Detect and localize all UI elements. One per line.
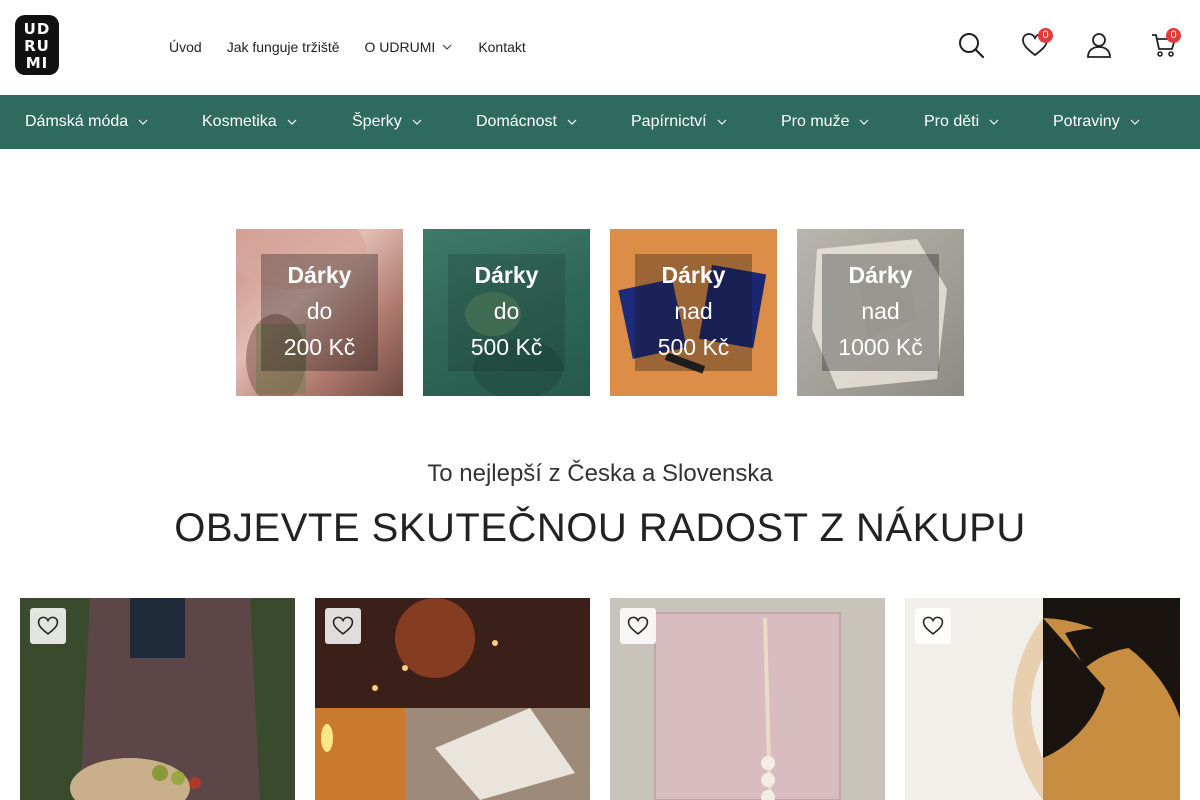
- wishlist-toggle[interactable]: [620, 608, 656, 644]
- product-card[interactable]: [610, 598, 885, 800]
- section-title: OBJEVTE SKUTEČNOU RADOST Z NÁKUPU: [174, 506, 1026, 550]
- tile-line-qualifier: nad: [861, 298, 900, 324]
- category-sperky[interactable]: Šperky: [352, 95, 423, 149]
- wishlist-count-badge: 0: [1038, 28, 1053, 43]
- udrumi-logo[interactable]: UD RU MI: [15, 15, 59, 75]
- category-pro-muze[interactable]: Pro muže: [781, 95, 870, 149]
- chevron-down-icon: [860, 119, 869, 125]
- chevron-down-icon: [412, 119, 422, 125]
- category-label: Pro děti: [924, 113, 980, 130]
- site-header: UD RU MI Úvod Jak funguje tržiště O UDRU…: [0, 0, 1200, 95]
- heart-icon: [332, 616, 354, 635]
- heart-icon: [37, 616, 59, 635]
- chevron-down-icon: [717, 119, 727, 125]
- wishlist-toggle[interactable]: [915, 608, 951, 644]
- category-label: Pro muže: [781, 113, 850, 130]
- category-damska-moda[interactable]: Dámská móda: [25, 95, 149, 149]
- heart-icon: [922, 616, 944, 635]
- nav-link-o-udrumi[interactable]: O UDRUMI: [365, 39, 454, 55]
- nav-link-uvod[interactable]: Úvod: [169, 39, 202, 55]
- tile-line-title: Dárky: [287, 262, 352, 288]
- chevron-down-icon: [567, 119, 577, 125]
- nav-link-jak-funguje[interactable]: Jak funguje tržiště: [227, 39, 340, 55]
- category-kosmetika[interactable]: Kosmetika: [202, 95, 298, 149]
- category-label: Papírnictví: [631, 113, 707, 130]
- category-label: Dámská móda: [25, 113, 129, 130]
- tile-line-price: 500 Kč: [657, 334, 730, 360]
- logo-line: UD: [23, 20, 51, 38]
- top-navigation: Úvod Jak funguje tržiště O UDRUMI Kontak…: [169, 39, 551, 55]
- tile-line-price: 500 Kč: [470, 334, 543, 360]
- product-card[interactable]: [905, 598, 1180, 800]
- gift-tile-over-500[interactable]: Dárky nad 500 Kč: [610, 229, 777, 396]
- category-label: Kosmetika: [202, 113, 277, 130]
- chevron-down-icon: [138, 119, 148, 125]
- gift-tile-over-1000[interactable]: Dárky nad 1000 Kč: [797, 229, 964, 396]
- product-card[interactable]: [315, 598, 590, 800]
- tile-text: Dárky nad 500 Kč: [610, 257, 777, 365]
- user-icon[interactable]: [1085, 31, 1113, 59]
- gift-tile-under-200[interactable]: Dárky do 200 Kč: [236, 229, 403, 396]
- category-pro-deti[interactable]: Pro děti: [924, 95, 1000, 149]
- chevron-down-icon: [1130, 119, 1140, 125]
- category-bar: Dámská móda Kosmetika Šperky Domácnost P…: [0, 95, 1200, 149]
- chevron-down-icon: [989, 119, 999, 125]
- tile-line-title: Dárky: [661, 262, 726, 288]
- tile-text: Dárky do 500 Kč: [423, 257, 590, 365]
- category-domacnost[interactable]: Domácnost: [476, 95, 578, 149]
- tile-line-title: Dárky: [848, 262, 913, 288]
- tile-line-qualifier: do: [306, 298, 333, 324]
- logo-line: RU: [24, 37, 50, 55]
- gift-tile-under-500[interactable]: Dárky do 500 Kč: [423, 229, 590, 396]
- product-card[interactable]: [20, 598, 295, 800]
- tile-line-price: 1000 Kč: [838, 334, 923, 360]
- category-label: Šperky: [352, 113, 402, 130]
- section-subtitle: To nejlepší z Česka a Slovenska: [427, 460, 773, 487]
- search-icon[interactable]: [957, 31, 985, 59]
- chevron-down-icon: [442, 44, 452, 50]
- wishlist-toggle[interactable]: [325, 608, 361, 644]
- tile-line-price: 200 Kč: [283, 334, 356, 360]
- nav-link-kontakt[interactable]: Kontakt: [478, 39, 525, 55]
- tile-text: Dárky do 200 Kč: [236, 257, 403, 365]
- category-label: Potraviny: [1053, 113, 1120, 130]
- category-papirnictvi[interactable]: Papírnictví: [631, 95, 728, 149]
- category-label: Domácnost: [476, 113, 557, 130]
- chevron-down-icon: [287, 119, 297, 125]
- nav-link-label: O UDRUMI: [364, 39, 436, 55]
- tile-line-qualifier: do: [493, 298, 520, 324]
- heart-icon: [627, 616, 649, 635]
- logo-line: MI: [25, 54, 49, 72]
- tile-line-qualifier: nad: [674, 298, 713, 324]
- cart-count-badge: 0: [1166, 28, 1181, 43]
- wishlist-toggle[interactable]: [30, 608, 66, 644]
- tile-text: Dárky nad 1000 Kč: [797, 257, 964, 365]
- category-potraviny[interactable]: Potraviny: [1053, 95, 1141, 149]
- tile-line-title: Dárky: [474, 262, 539, 288]
